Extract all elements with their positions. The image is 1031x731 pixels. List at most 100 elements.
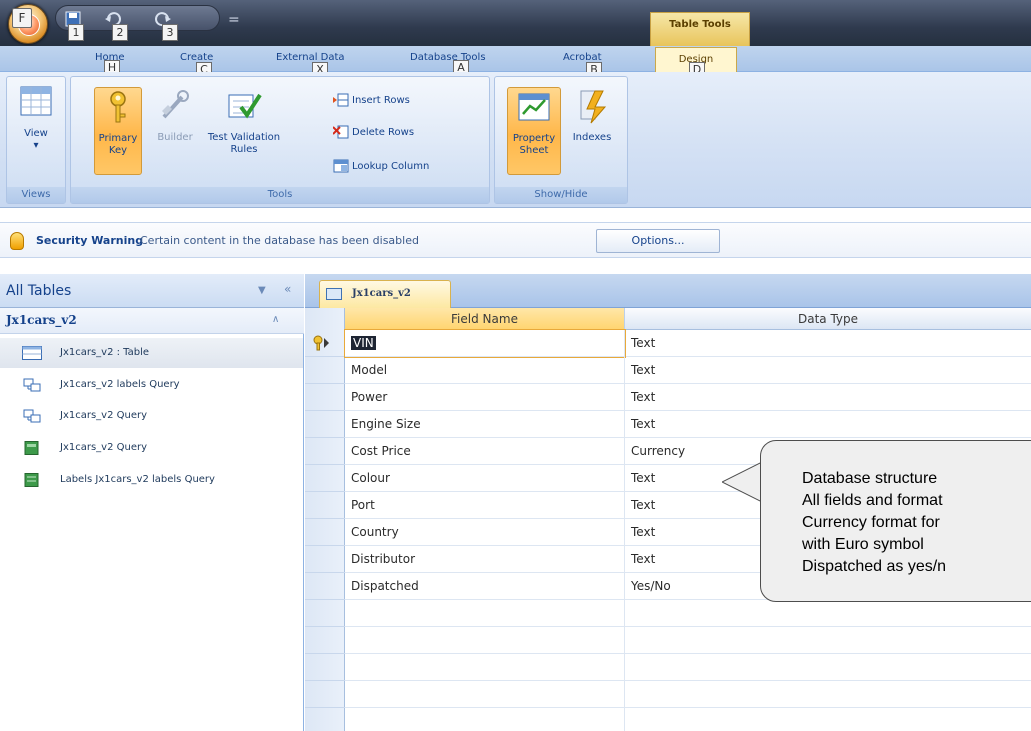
data-type-cell[interactable] [625, 708, 1031, 731]
customize-qat-icon[interactable]: = [228, 12, 240, 28]
collapse-pane-icon[interactable]: « [284, 282, 291, 296]
nav-item-query[interactable]: Jx1cars_v2 labels Query [0, 370, 303, 400]
row-selector-column [305, 308, 345, 731]
data-type-cell[interactable] [625, 654, 1031, 681]
table-icon [22, 346, 42, 360]
field-name-cell[interactable]: Cost Price [345, 438, 625, 465]
quick-access-toolbar: 1 2 3 [55, 5, 220, 41]
delete-rows-button[interactable]: Delete Rows [333, 123, 414, 143]
view-button[interactable]: View ▾ [11, 83, 61, 175]
primary-key-label: Primary Key [98, 133, 138, 156]
field-row[interactable]: Engine Size Text [345, 411, 1031, 438]
field-name-cell[interactable] [345, 627, 625, 654]
insert-rows-button[interactable]: Insert Rows [333, 91, 410, 111]
field-row[interactable]: Model Text [345, 357, 1031, 384]
data-type-cell[interactable]: Text [625, 330, 1031, 357]
empty-field-row[interactable] [345, 681, 1031, 708]
nav-header[interactable]: All Tables ▼ « [0, 274, 304, 308]
row-selector[interactable] [305, 681, 345, 708]
indexes-button[interactable]: Indexes [565, 87, 619, 175]
nav-item-query[interactable]: Jx1cars_v2 Query [0, 401, 303, 431]
row-selector[interactable] [305, 654, 345, 681]
empty-field-row[interactable] [345, 627, 1031, 654]
indexes-label: Indexes [572, 132, 612, 143]
lookup-column-button[interactable]: Lookup Column [333, 157, 429, 177]
row-selector[interactable] [305, 384, 345, 411]
primary-key-indicator-icon [313, 335, 329, 351]
show-hide-group: Property Sheet Indexes Show/Hide [494, 76, 628, 204]
row-selector[interactable] [305, 492, 345, 519]
nav-item-table[interactable]: Jx1cars_v2 : Table [0, 338, 303, 368]
tools-group: Primary Key Builder Test Validation Rule… [70, 76, 490, 204]
property-sheet-button[interactable]: Property Sheet [507, 87, 561, 175]
builder-button[interactable]: Builder [151, 87, 199, 175]
qat-keytip: 2 [112, 24, 128, 41]
tab-external-data[interactable]: External Data [276, 52, 345, 63]
row-selector[interactable] [305, 411, 345, 438]
office-button-keytip: F [12, 8, 32, 28]
nav-item-report[interactable]: Labels Jx1cars_v2 labels Query [0, 465, 303, 495]
nav-dropdown-icon[interactable]: ▼ [258, 285, 266, 296]
indexes-icon [580, 90, 607, 124]
document-tab[interactable]: Jx1cars_v2 [319, 280, 451, 308]
row-selector[interactable] [305, 600, 345, 627]
field-name-cell[interactable]: VIN [344, 329, 626, 358]
row-selector[interactable] [305, 465, 345, 492]
query-icon [23, 409, 41, 423]
field-name-header[interactable]: Field Name [345, 308, 625, 330]
row-selector[interactable] [305, 438, 345, 465]
data-type-cell[interactable] [625, 681, 1031, 708]
callout-text-line: All fields and format [802, 492, 943, 509]
nav-group-header[interactable]: Jx1cars_v2 ∧ [0, 308, 304, 334]
tab-database-tools[interactable]: Database Tools [410, 52, 486, 63]
builder-label: Builder [157, 132, 193, 143]
qat-keytip: 1 [68, 24, 84, 41]
field-name-cell[interactable] [345, 681, 625, 708]
insert-rows-label: Insert Rows [352, 95, 410, 106]
field-name-cell[interactable]: Model [345, 357, 625, 384]
views-group-label: Views [7, 187, 65, 203]
empty-field-row[interactable] [345, 654, 1031, 681]
field-name-cell[interactable]: Colour [345, 465, 625, 492]
field-name-cell[interactable]: Distributor [345, 546, 625, 573]
nav-item-form[interactable]: Jx1cars_v2 Query [0, 433, 303, 463]
security-warning-bar: Security Warning Certain content in the … [0, 222, 1031, 258]
field-name-cell[interactable] [345, 654, 625, 681]
field-row[interactable]: Power Text [345, 384, 1031, 411]
data-type-header[interactable]: Data Type [625, 308, 1031, 330]
qat-keytip: 3 [162, 24, 178, 41]
data-type-cell[interactable]: Text [625, 384, 1031, 411]
data-type-cell[interactable]: Text [625, 411, 1031, 438]
row-selector[interactable] [305, 546, 345, 573]
primary-key-button[interactable]: Primary Key [94, 87, 142, 175]
tools-group-label: Tools [71, 187, 489, 203]
group-collapse-icon[interactable]: ∧ [272, 314, 279, 325]
data-type-cell[interactable]: Text [625, 357, 1031, 384]
field-row[interactable]: VIN Text [344, 329, 1031, 358]
builder-icon [162, 90, 189, 119]
shield-warning-icon [10, 232, 24, 250]
field-name-cell[interactable]: Power [345, 384, 625, 411]
empty-field-row[interactable] [345, 708, 1031, 731]
data-type-cell[interactable] [625, 627, 1031, 654]
ribbon-tab-bar: Home Create External Data Database Tools… [0, 46, 1031, 120]
field-name-cell[interactable] [345, 708, 625, 731]
test-validation-rules-button[interactable]: Test Validation Rules [199, 87, 289, 175]
row-selector[interactable] [305, 573, 345, 600]
test-validation-rules-label: Test Validation Rules [207, 132, 281, 155]
row-selector[interactable] [305, 519, 345, 546]
options-button[interactable]: Options... [596, 229, 720, 253]
empty-field-row[interactable] [345, 600, 1031, 627]
data-type-cell[interactable] [625, 600, 1031, 627]
field-name-cell[interactable]: Country [345, 519, 625, 546]
field-name-cell[interactable]: Port [345, 492, 625, 519]
field-name-cell[interactable]: Dispatched [345, 573, 625, 600]
field-name-cell[interactable] [345, 600, 625, 627]
row-selector[interactable] [305, 708, 345, 731]
field-name-cell[interactable]: Engine Size [345, 411, 625, 438]
delete-rows-icon [333, 125, 349, 139]
view-icon [20, 86, 52, 116]
tab-design[interactable]: Design D [655, 47, 737, 78]
row-selector[interactable] [305, 627, 345, 654]
row-selector[interactable] [305, 357, 345, 384]
